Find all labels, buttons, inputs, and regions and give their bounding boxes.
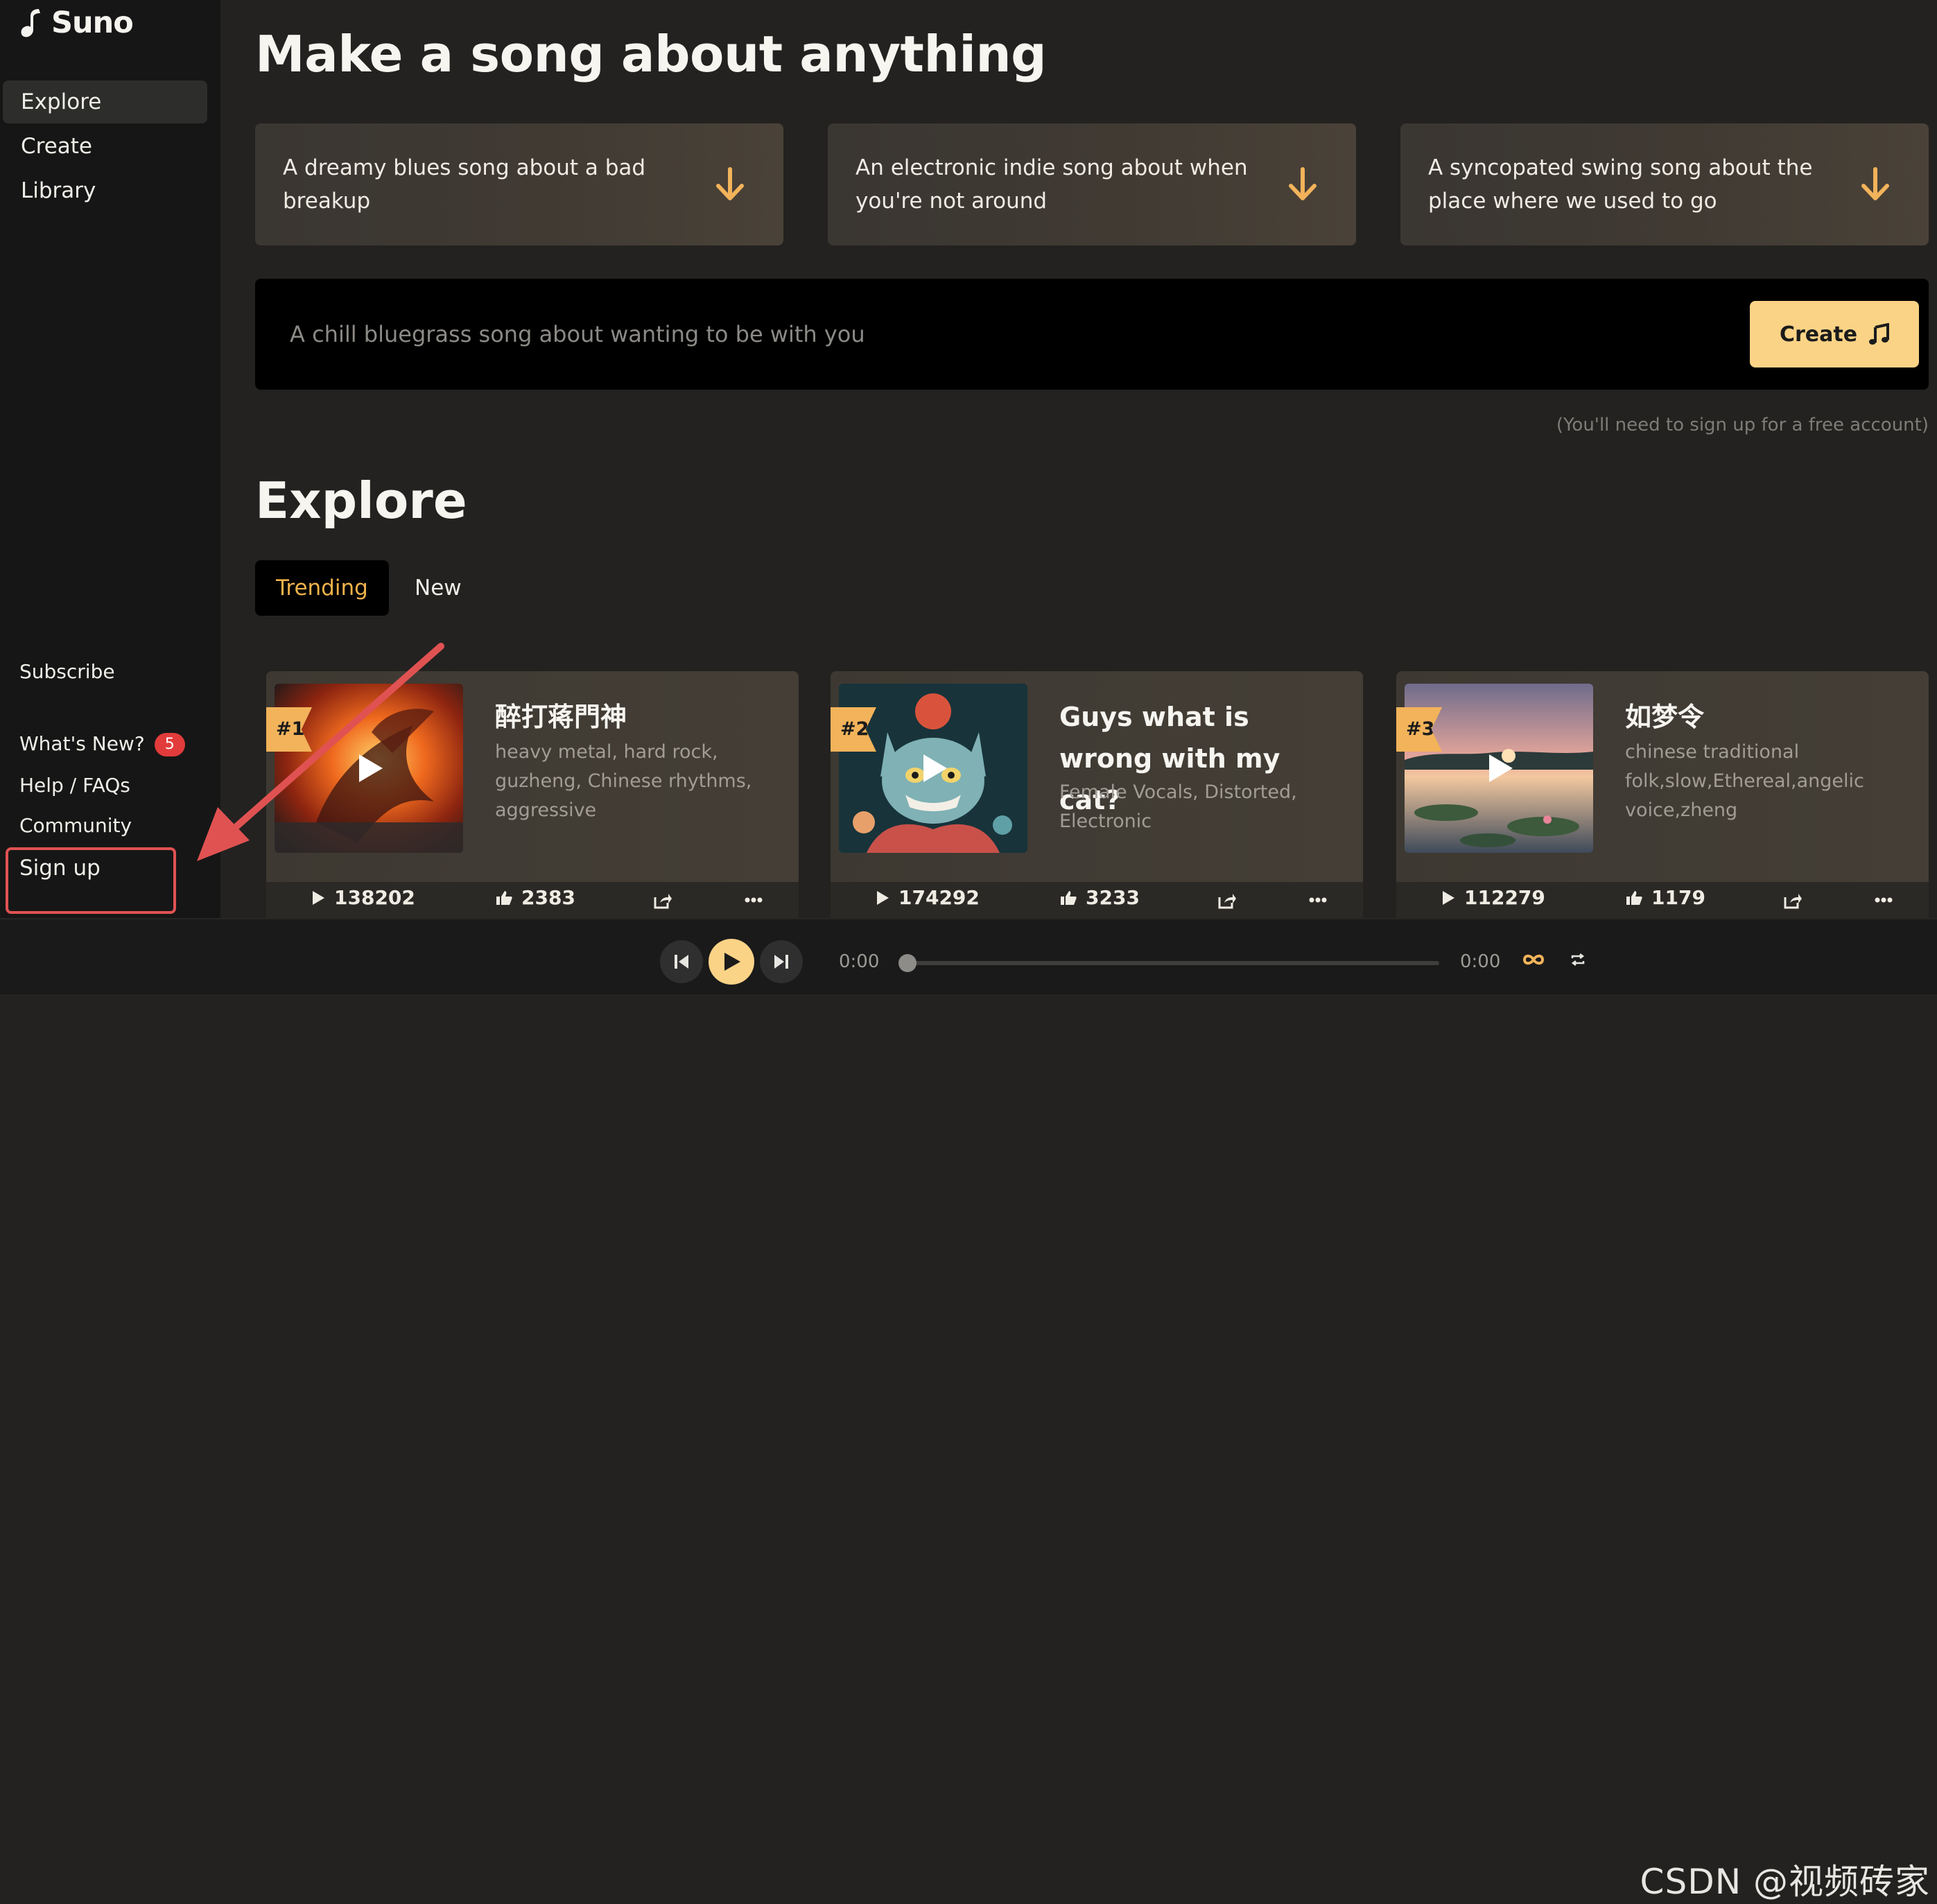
repeat-icon[interactable] bbox=[1570, 951, 1586, 968]
next-track-button[interactable] bbox=[760, 940, 803, 983]
thumbs-up-icon bbox=[496, 890, 512, 905]
help-faqs-link[interactable]: Help / FAQs bbox=[19, 774, 130, 797]
play-count[interactable]: 174292 bbox=[875, 886, 980, 909]
sidebar-item-library[interactable]: Library bbox=[3, 169, 207, 212]
play-count[interactable]: 138202 bbox=[311, 886, 415, 909]
play-icon[interactable] bbox=[1485, 752, 1515, 785]
infinity-icon[interactable] bbox=[1522, 953, 1545, 967]
current-time: 0:00 bbox=[839, 951, 880, 972]
like-count-value: 2383 bbox=[521, 886, 575, 909]
duration-time: 0:00 bbox=[1460, 951, 1501, 972]
whats-new-badge: 5 bbox=[154, 733, 185, 756]
create-button-label: Create bbox=[1779, 322, 1858, 347]
suggestion-text: A dreamy blues song about a bad breakup bbox=[283, 155, 646, 214]
play-button[interactable] bbox=[709, 939, 754, 985]
more-options-icon[interactable] bbox=[1875, 897, 1893, 903]
song-card-2[interactable]: #2 Guys what is wrong with my cat? Femal… bbox=[831, 671, 1363, 918]
suno-logo-icon bbox=[21, 9, 40, 37]
like-count[interactable]: 1179 bbox=[1625, 886, 1705, 909]
explore-section-title: Explore bbox=[255, 471, 467, 530]
play-small-icon bbox=[313, 890, 324, 905]
sidebar: Suno Explore Create Library Subscribe Wh… bbox=[0, 0, 220, 918]
progress-track[interactable] bbox=[898, 954, 1439, 972]
song-title[interactable]: 醉打蒋門神 bbox=[495, 696, 779, 738]
share-icon[interactable] bbox=[1783, 892, 1803, 910]
like-count[interactable]: 3233 bbox=[1059, 886, 1140, 909]
progress-knob[interactable] bbox=[898, 954, 917, 972]
song-stats: 138202 2383 bbox=[266, 882, 799, 918]
share-icon[interactable] bbox=[1217, 892, 1237, 910]
watermark: CSDN @视频砖家 bbox=[1640, 1862, 1930, 1902]
annotation-highlight-box bbox=[6, 847, 176, 914]
whats-new-link[interactable]: What's New? 5 bbox=[19, 732, 185, 756]
tab-trending[interactable]: Trending bbox=[255, 560, 389, 616]
sidebar-item-create[interactable]: Create bbox=[3, 125, 207, 168]
thumbs-up-icon bbox=[1061, 890, 1077, 905]
song-card-3[interactable]: #3 如梦令 chinese traditional folk,slow,Eth… bbox=[1396, 671, 1929, 918]
song-tags: chinese traditional folk,slow,Ethereal,a… bbox=[1625, 741, 1864, 821]
song-tags: Female Vocals, Distorted, Electronic bbox=[1059, 781, 1297, 832]
thumbs-up-icon bbox=[1626, 890, 1642, 905]
arrow-down-icon bbox=[1861, 167, 1889, 200]
skip-forward-icon bbox=[774, 955, 788, 969]
more-options-icon[interactable] bbox=[1309, 897, 1327, 903]
tab-new[interactable]: New bbox=[394, 560, 483, 616]
community-link[interactable]: Community bbox=[19, 814, 132, 837]
song-card-1[interactable]: #1 醉打蒋門神 heavy metal, hard rock, guzheng… bbox=[266, 671, 799, 918]
play-count[interactable]: 112279 bbox=[1441, 886, 1545, 909]
suggestion-card-3[interactable]: A syncopated swing song about the place … bbox=[1400, 123, 1929, 245]
whats-new-label: What's New? bbox=[19, 732, 145, 755]
more-options-icon[interactable] bbox=[745, 897, 763, 903]
player-bar: 0:00 0:00 CSDN @视频砖家 bbox=[0, 918, 1937, 1902]
play-icon bbox=[724, 953, 740, 971]
song-prompt-bar: Create bbox=[255, 279, 1929, 390]
previous-track-button[interactable] bbox=[660, 940, 703, 983]
suggestion-text: A syncopated swing song about the place … bbox=[1428, 155, 1813, 214]
play-icon[interactable] bbox=[919, 752, 950, 785]
subscribe-link[interactable]: Subscribe bbox=[19, 660, 115, 683]
suggestion-card-1[interactable]: A dreamy blues song about a bad breakup bbox=[255, 123, 783, 245]
song-prompt-input[interactable] bbox=[290, 313, 1607, 355]
like-count[interactable]: 2383 bbox=[495, 886, 575, 909]
create-button[interactable]: Create bbox=[1750, 301, 1919, 367]
play-small-icon bbox=[877, 890, 889, 905]
suggestion-text: An electronic indie song about when you'… bbox=[855, 155, 1248, 214]
song-tags: heavy metal, hard rock, guzheng, Chinese… bbox=[495, 741, 752, 821]
suggestion-card-2[interactable]: An electronic indie song about when you'… bbox=[828, 123, 1356, 245]
like-count-value: 3233 bbox=[1086, 886, 1140, 909]
page-title: Make a song about anything bbox=[255, 25, 1047, 83]
play-count-value: 112279 bbox=[1464, 886, 1545, 909]
song-title[interactable]: 如梦令 bbox=[1625, 696, 1909, 738]
sidebar-item-explore[interactable]: Explore bbox=[3, 80, 207, 123]
song-stats: 174292 3233 bbox=[831, 882, 1363, 918]
arrow-down-icon bbox=[1289, 167, 1317, 200]
play-count-value: 174292 bbox=[898, 886, 980, 909]
arrow-down-icon bbox=[716, 167, 744, 200]
play-icon[interactable] bbox=[355, 752, 385, 785]
skip-back-icon bbox=[675, 955, 688, 969]
play-count-value: 138202 bbox=[334, 886, 415, 909]
share-icon[interactable] bbox=[653, 892, 672, 910]
main-content: Make a song about anything A dreamy blue… bbox=[220, 0, 1937, 918]
song-stats: 112279 1179 bbox=[1396, 882, 1929, 918]
suno-logo[interactable]: Suno bbox=[18, 6, 134, 40]
logo-text: Suno bbox=[51, 6, 134, 40]
signup-note: (You'll need to sign up for a free accou… bbox=[1556, 415, 1929, 435]
music-note-icon bbox=[1869, 323, 1890, 345]
play-small-icon bbox=[1443, 890, 1454, 905]
like-count-value: 1179 bbox=[1651, 886, 1705, 909]
